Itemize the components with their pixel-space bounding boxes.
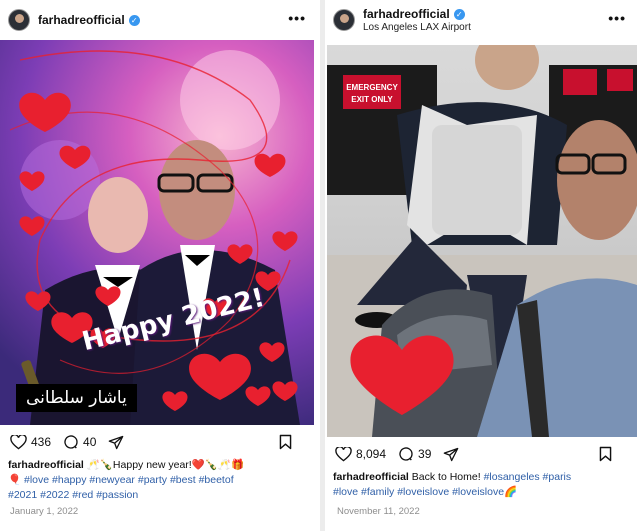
like-count: 436 xyxy=(31,435,52,449)
post-date: November 11, 2022 xyxy=(337,506,420,517)
hashtag[interactable]: #love xyxy=(24,474,49,486)
hashtag[interactable]: #beetof xyxy=(199,474,234,486)
share-icon xyxy=(109,435,124,449)
bookmark-button[interactable] xyxy=(279,434,296,450)
caption-username[interactable]: farhadreofficial xyxy=(333,471,409,483)
verified-badge-icon: ✓ xyxy=(128,14,140,26)
comment-button[interactable]: 39 xyxy=(398,446,431,462)
share-icon xyxy=(444,447,459,461)
hashtag[interactable]: #paris xyxy=(543,471,572,483)
airport-photo-illustration: EMERGENCY EXIT ONLY xyxy=(327,45,637,437)
avatar[interactable] xyxy=(8,9,30,31)
more-icon[interactable]: ••• xyxy=(288,10,306,26)
post-image[interactable] xyxy=(0,40,314,425)
share-button[interactable] xyxy=(108,435,128,450)
party-photo-illustration xyxy=(9,50,300,425)
caption-text: 🥂🍾Happy new year!❤️🍾🥂🎁 xyxy=(86,459,245,471)
verified-badge-icon: ✓ xyxy=(453,8,465,20)
sign-text-1: EMERGENCY xyxy=(346,83,398,92)
post-caption: farhadreofficial 🥂🍾Happy new year!❤️🍾🥂🎁 … xyxy=(8,458,312,503)
bookmark-icon xyxy=(279,434,292,450)
bookmark-icon xyxy=(599,446,612,462)
comment-count: 39 xyxy=(418,447,432,461)
hashtag[interactable]: #happy xyxy=(52,474,86,486)
more-icon[interactable]: ••• xyxy=(608,10,626,26)
post-image[interactable]: EMERGENCY EXIT ONLY xyxy=(327,45,637,437)
hashtag[interactable]: #losangeles xyxy=(484,471,540,483)
post-username[interactable]: farhadreofficial xyxy=(363,7,450,21)
action-bar: 436 40 xyxy=(10,432,308,452)
caption-username[interactable]: farhadreofficial xyxy=(8,459,84,471)
post-header: farhadreofficial ✓ ••• xyxy=(0,0,320,40)
hashtag[interactable]: #2021 xyxy=(8,489,37,501)
hashtag[interactable]: #newyear xyxy=(89,474,135,486)
name-banner: یاشار سلطانی xyxy=(16,384,137,412)
post-header: farhadreofficial ✓ Los Angeles LAX Airpo… xyxy=(325,0,640,40)
hashtag[interactable]: #loveislove🌈 xyxy=(452,486,517,498)
sign-text-2: EXIT ONLY xyxy=(351,95,393,104)
action-bar: 8,094 39 xyxy=(335,444,628,464)
comment-button[interactable]: 40 xyxy=(63,434,96,450)
bookmark-button[interactable] xyxy=(599,446,616,462)
post-username[interactable]: farhadreofficial xyxy=(38,13,125,27)
post-location[interactable]: Los Angeles LAX Airport xyxy=(363,22,471,33)
hashtag[interactable]: #2022 xyxy=(40,489,69,501)
avatar[interactable] xyxy=(333,9,355,31)
caption-emoji: 🎈 xyxy=(8,474,22,486)
post-card-1: farhadreofficial ✓ ••• Happy 2022! یاشار… xyxy=(0,0,320,531)
hashtag[interactable]: #passion xyxy=(96,489,138,501)
like-button[interactable]: 8,094 xyxy=(335,446,387,462)
comment-icon xyxy=(64,435,78,449)
like-button[interactable]: 436 xyxy=(10,434,52,450)
hashtag[interactable]: #love xyxy=(333,486,358,498)
like-count: 8,094 xyxy=(356,447,387,461)
comment-icon xyxy=(399,447,413,461)
post-caption: farhadreofficial Back to Home! #losangel… xyxy=(333,470,632,500)
heart-icon xyxy=(335,446,352,461)
comment-count: 40 xyxy=(83,435,97,449)
post-card-2: farhadreofficial ✓ Los Angeles LAX Airpo… xyxy=(325,0,640,531)
heart-icon xyxy=(10,434,27,449)
hashtag[interactable]: #red xyxy=(72,489,93,501)
caption-text: Back to Home! xyxy=(411,471,481,483)
share-button[interactable] xyxy=(443,447,463,462)
post-date: January 1, 2022 xyxy=(10,506,79,517)
hashtag[interactable]: #best xyxy=(170,474,196,486)
hashtag[interactable]: #loveislove xyxy=(397,486,449,498)
hashtag[interactable]: #party xyxy=(138,474,167,486)
hashtag[interactable]: #family xyxy=(361,486,394,498)
